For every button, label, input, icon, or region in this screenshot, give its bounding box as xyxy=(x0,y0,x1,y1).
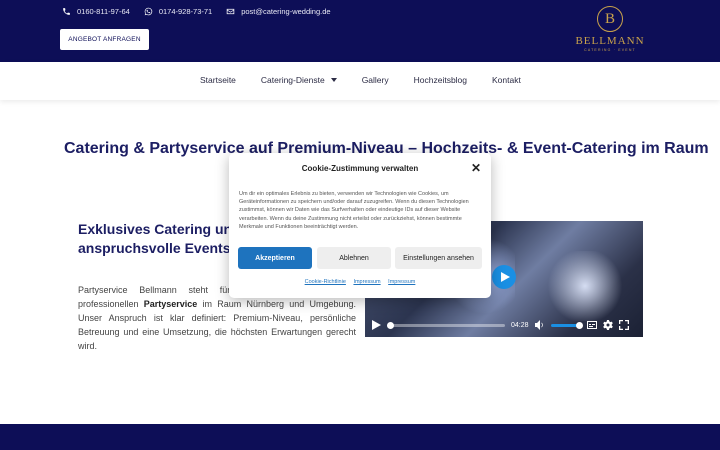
phone-contact-1[interactable]: 0160-811-97-64 xyxy=(62,7,130,16)
volume-slider[interactable] xyxy=(550,321,583,329)
email-address: post@catering-wedding.de xyxy=(241,7,331,16)
logo-brand: BELLMANN xyxy=(575,35,645,47)
imprint-link[interactable]: Impressum xyxy=(353,279,380,285)
logo-monogram: B xyxy=(597,6,623,32)
video-time: 04:28 xyxy=(511,321,529,329)
logo-tagline: CATERING · EVENT xyxy=(584,48,636,52)
main-navigation: Startseite Catering-Dienste Gallery Hoch… xyxy=(0,62,720,100)
video-progress-bar[interactable] xyxy=(387,321,505,329)
chevron-down-icon xyxy=(330,78,337,82)
bellmann-logo[interactable]: B BELLMANN CATERING · EVENT xyxy=(568,6,652,56)
nav-label-catering-dienste: Catering-Dienste xyxy=(260,75,325,85)
view-settings-button[interactable]: Einstellungen ansehen xyxy=(395,247,482,269)
video-controls: 04:28 xyxy=(365,313,643,337)
cookie-links: Cookie-Richtlinie Impressum Impressum xyxy=(229,279,491,285)
request-offer-button[interactable]: ANGEBOT ANFRAGEN xyxy=(60,29,149,50)
cookie-dialog-title: Cookie-Zustimmung verwalten xyxy=(301,164,419,173)
phone-number-1: 0160-811-97-64 xyxy=(77,7,130,16)
nav-item-catering-dienste[interactable]: Catering-Dienste xyxy=(261,75,337,85)
progress-handle[interactable] xyxy=(387,321,394,329)
envelope-icon xyxy=(226,8,235,15)
top-header: 0160-811-97-64 0174-928-73-71 post@cater… xyxy=(0,0,720,62)
footer-band xyxy=(0,424,720,450)
intro-text-bold[interactable]: Partyservice xyxy=(144,299,198,309)
nav-label-gallery: Gallery xyxy=(361,75,389,85)
close-icon[interactable]: ✕ xyxy=(471,162,481,174)
play-icon[interactable] xyxy=(371,320,381,330)
play-icon xyxy=(501,272,510,282)
cookie-consent-dialog: Cookie-Zustimmung verwalten ✕ Um dir ein… xyxy=(229,153,491,298)
email-contact[interactable]: post@catering-wedding.de xyxy=(226,7,331,16)
nav-item-hochzeitsblog[interactable]: Hochzeitsblog xyxy=(414,75,467,85)
phone-contact-2[interactable]: 0174-928-73-71 xyxy=(144,7,212,16)
nav-item-kontakt[interactable]: Kontakt xyxy=(492,75,521,85)
cookie-dialog-text: Um dir ein optimales Erlebnis zu bieten,… xyxy=(239,191,469,230)
big-play-button[interactable] xyxy=(492,265,516,289)
deny-button[interactable]: Ablehnen xyxy=(317,247,391,269)
whatsapp-icon xyxy=(144,7,153,16)
volume-icon[interactable] xyxy=(534,320,545,330)
nav-label-kontakt: Kontakt xyxy=(492,75,521,85)
phone-number-2: 0174-928-73-71 xyxy=(158,7,213,16)
nav-item-gallery[interactable]: Gallery xyxy=(362,75,389,85)
volume-handle[interactable] xyxy=(575,321,583,329)
video-frame-highlight xyxy=(545,251,625,321)
captions-icon[interactable] xyxy=(586,320,597,330)
cookie-policy-link[interactable]: Cookie-Richtlinie xyxy=(305,279,346,285)
gear-icon[interactable] xyxy=(602,320,613,330)
accept-button[interactable]: Akzeptieren xyxy=(238,247,312,269)
phone-icon xyxy=(63,8,70,15)
nav-item-startseite[interactable]: Startseite xyxy=(200,75,236,85)
imprint-link[interactable]: Impressum xyxy=(388,279,415,285)
nav-label-startseite: Startseite xyxy=(200,75,236,85)
contact-bar: 0160-811-97-64 0174-928-73-71 post@cater… xyxy=(62,7,331,16)
nav-label-hochzeitsblog: Hochzeitsblog xyxy=(413,75,468,85)
fullscreen-icon[interactable] xyxy=(618,320,629,330)
